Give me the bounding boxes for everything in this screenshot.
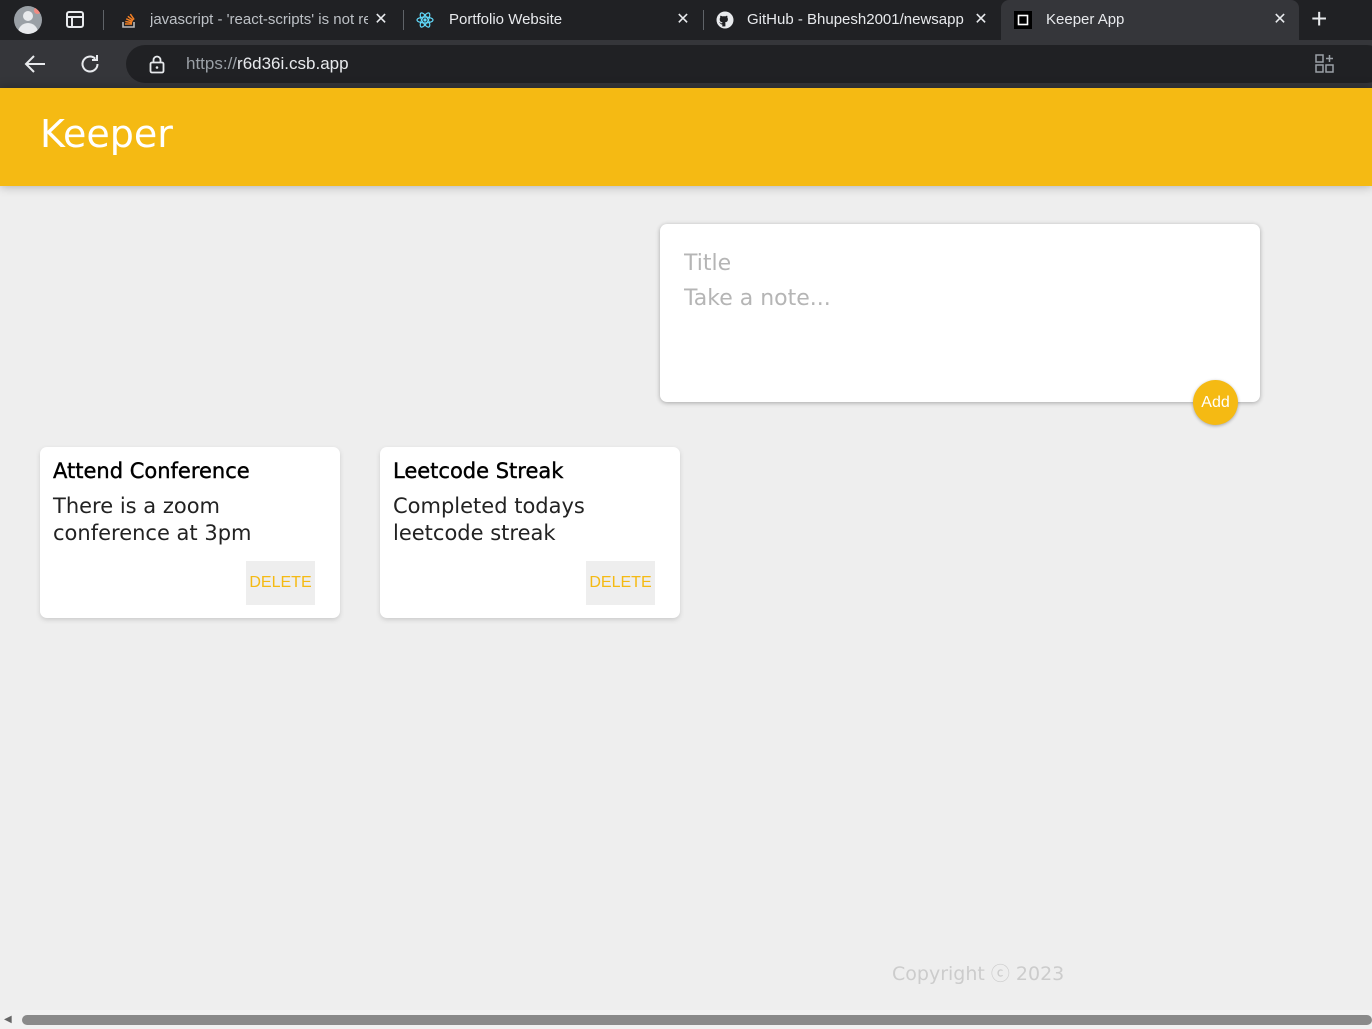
create-note-form: Add bbox=[660, 224, 1260, 425]
scrollbar-thumb[interactable] bbox=[22, 1015, 1372, 1025]
scroll-left-arrow-icon[interactable]: ◀ bbox=[4, 1014, 12, 1025]
react-icon bbox=[416, 12, 434, 28]
tab-separator bbox=[403, 10, 404, 30]
url-text[interactable]: https://r6d36i.csb.app bbox=[186, 54, 349, 74]
url-host: r6d36i.csb.app bbox=[237, 54, 349, 73]
note-content-input[interactable] bbox=[684, 286, 1234, 366]
close-icon[interactable]: ✕ bbox=[372, 11, 390, 29]
tab-title: Portfolio Website bbox=[449, 11, 563, 28]
note-title: Leetcode Streak bbox=[393, 459, 564, 483]
close-icon[interactable]: ✕ bbox=[674, 11, 692, 29]
tab-github[interactable]: GitHub - Bhupesh2001/newsapp ✕ bbox=[706, 0, 1000, 40]
note-content: Completed todays leetcode streak bbox=[393, 494, 585, 545]
close-icon[interactable]: ✕ bbox=[1271, 11, 1289, 29]
tab-actions-icon[interactable] bbox=[66, 11, 84, 28]
profile-avatar-icon[interactable] bbox=[14, 6, 42, 34]
tab-stackoverflow[interactable]: javascript - 'react-scripts' is not reco… bbox=[110, 0, 400, 40]
horizontal-scrollbar[interactable]: ◀ bbox=[0, 1010, 1372, 1029]
url-protocol: https:// bbox=[186, 54, 238, 73]
note-content: There is a zoom conference at 3pm bbox=[53, 494, 252, 545]
delete-note-button[interactable]: DELETE bbox=[246, 561, 315, 605]
note-title-input[interactable] bbox=[684, 246, 1234, 280]
footer-copyright: Copyright ⓒ 2023 bbox=[892, 963, 1065, 985]
tab-keeper-app[interactable]: Keeper App ✕ bbox=[1001, 0, 1299, 40]
app-header: Keeper bbox=[0, 88, 1372, 186]
stackoverflow-icon bbox=[122, 13, 135, 28]
app-title: Keeper bbox=[40, 112, 173, 156]
browser-toolbar: https://r6d36i.csb.app bbox=[0, 40, 1372, 88]
lock-icon[interactable] bbox=[149, 55, 165, 74]
tab-separator bbox=[703, 10, 704, 30]
tab-title: GitHub - Bhupesh2001/newsapp bbox=[747, 11, 964, 28]
apps-icon[interactable] bbox=[1315, 54, 1335, 74]
new-tab-button[interactable]: + bbox=[1311, 3, 1327, 35]
tab-title: javascript - 'react-scripts' is not reco… bbox=[150, 11, 368, 28]
address-bar[interactable]: https://r6d36i.csb.app bbox=[126, 45, 1372, 83]
browser-tab-bar: javascript - 'react-scripts' is not reco… bbox=[0, 0, 1372, 40]
codesandbox-icon bbox=[1014, 11, 1032, 29]
add-note-button[interactable]: Add bbox=[1193, 380, 1238, 425]
note-card: Leetcode Streak Completed todays leetcod… bbox=[380, 447, 680, 618]
reload-icon[interactable] bbox=[79, 53, 101, 75]
github-icon bbox=[716, 11, 734, 29]
tab-separator bbox=[103, 10, 104, 30]
note-title: Attend Conference bbox=[53, 459, 250, 483]
note-card: Attend Conference There is a zoom confer… bbox=[40, 447, 340, 618]
back-arrow-icon[interactable] bbox=[24, 54, 46, 74]
close-icon[interactable]: ✕ bbox=[972, 11, 990, 29]
delete-note-button[interactable]: DELETE bbox=[586, 561, 655, 605]
tab-portfolio[interactable]: Portfolio Website ✕ bbox=[406, 0, 702, 40]
tab-title: Keeper App bbox=[1046, 11, 1125, 28]
